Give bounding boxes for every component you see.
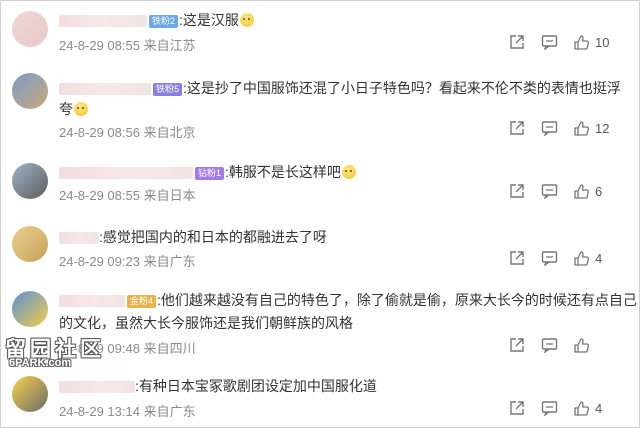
like-count: 10	[595, 35, 610, 50]
like-count: 4	[595, 251, 603, 266]
emoji-icon	[74, 102, 88, 116]
fan-badge: 铁粉5	[153, 82, 183, 96]
watermark-url: 6PARK.com	[9, 357, 72, 369]
comment-location: 来自四川	[143, 341, 196, 356]
comment-time: 24-8-29 08:55	[59, 38, 140, 53]
comment-text: :这是抄了中国服饰还混了小日子特色吗？看起来不伦不类的表情也挺浮	[183, 80, 621, 96]
like-icon	[573, 183, 633, 200]
comment-location: 来自北京	[143, 125, 196, 140]
comment-icon[interactable]	[541, 337, 558, 357]
username-redacted[interactable]	[59, 295, 125, 308]
forward-icon[interactable]	[509, 34, 525, 54]
forward-icon[interactable]	[509, 183, 525, 203]
like-button[interactable]: 12	[573, 120, 633, 140]
like-button[interactable]	[573, 337, 633, 357]
avatar[interactable]	[12, 73, 48, 109]
avatar[interactable]	[12, 226, 48, 262]
avatar[interactable]	[12, 291, 48, 327]
like-count: 12	[595, 121, 610, 136]
like-button[interactable]: 4	[573, 400, 633, 420]
comment-location: 来自广东	[143, 254, 196, 269]
fan-badge: 钻粉1	[195, 166, 225, 180]
comment-icon[interactable]	[541, 34, 558, 54]
comment-location: 来自江苏	[143, 38, 196, 53]
comment-actions: 6	[509, 183, 639, 203]
username-redacted[interactable]	[59, 381, 135, 394]
avatar[interactable]	[12, 376, 48, 412]
forward-icon[interactable]	[509, 250, 525, 270]
comment-time: 24-8-29 09:23	[59, 254, 140, 269]
avatar[interactable]	[12, 163, 48, 199]
comment-text: :韩服不是长这样吧	[225, 164, 341, 180]
comment-time: 24-8-29 08:55	[59, 188, 140, 203]
like-button[interactable]: 10	[573, 34, 633, 54]
comment-actions: 10	[509, 34, 639, 54]
comment-actions: 4	[509, 250, 639, 270]
username-redacted[interactable]	[59, 232, 99, 245]
fan-badge: 铁粉2	[149, 14, 179, 28]
forward-icon[interactable]	[509, 400, 525, 420]
comment-icon[interactable]	[541, 250, 558, 270]
like-icon	[573, 250, 633, 267]
comment-time: 24-8-29 08:56	[59, 125, 140, 140]
like-icon	[573, 400, 633, 417]
username-redacted[interactable]	[59, 167, 193, 180]
like-button[interactable]: 6	[573, 183, 633, 203]
comment-time: 24-8-29 13:14	[59, 404, 140, 419]
emoji-icon	[239, 13, 254, 27]
like-count: 6	[595, 184, 603, 199]
comment-actions: 4	[509, 400, 639, 420]
comment-location: 来自广东	[143, 404, 196, 419]
comment-actions	[509, 337, 639, 357]
comment-icon[interactable]	[541, 400, 558, 420]
forward-icon[interactable]	[509, 120, 525, 140]
comment-text-cont: 的文化，虽然大长今服饰还是我们朝鲜族的风格	[59, 315, 353, 331]
comment-text-cont: 夸	[59, 101, 73, 117]
comment-text: :他们越来越没有自己的特色了，除了偷就是偷，原来大长今的时候还有点自己	[157, 292, 637, 308]
comment-actions: 12	[509, 120, 639, 140]
avatar[interactable]	[12, 11, 48, 47]
username-redacted[interactable]	[59, 15, 147, 28]
comment-text: :感觉把国内的和日本的都融进去了呀	[99, 229, 327, 245]
like-button[interactable]: 4	[573, 250, 633, 270]
comment-text: :有种日本宝冢歌剧团设定加中国服化道	[135, 378, 377, 394]
like-icon	[573, 337, 633, 354]
forward-icon[interactable]	[509, 337, 525, 357]
comment-text: :这是汉服	[179, 12, 239, 28]
comment-location: 来自日本	[143, 188, 196, 203]
comment-icon[interactable]	[541, 120, 558, 140]
fan-badge: 金粉4	[127, 294, 157, 308]
like-count: 4	[595, 401, 603, 416]
username-redacted[interactable]	[59, 83, 151, 96]
comment-list: 铁粉2:这是汉服 24-8-29 08:55 来自江苏 10 铁粉5:这是抄了中国服饰…	[0, 0, 640, 428]
comment-icon[interactable]	[541, 183, 558, 203]
emoji-icon	[341, 165, 356, 179]
